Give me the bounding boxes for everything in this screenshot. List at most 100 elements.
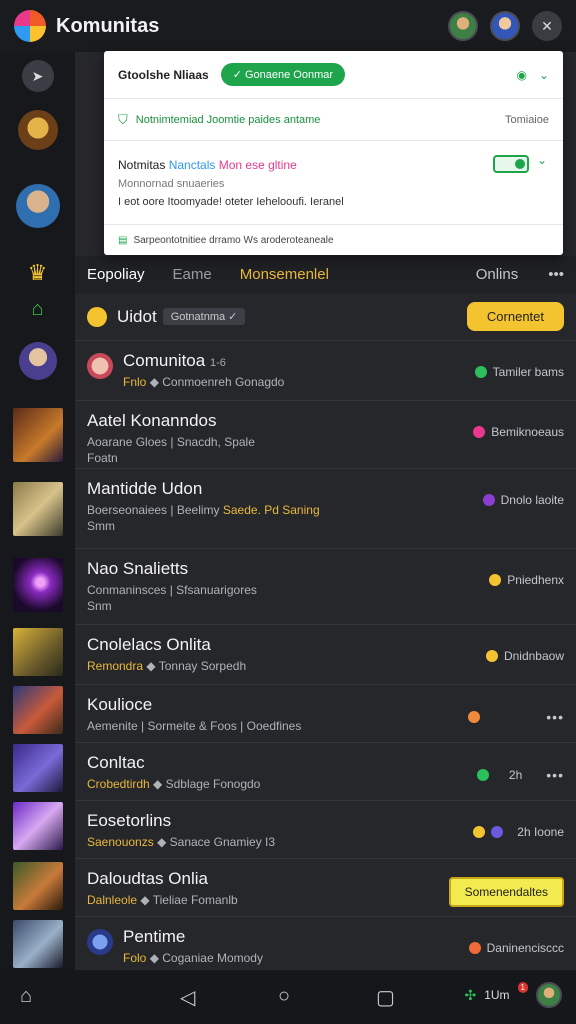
rail-server-3[interactable] [0,342,75,380]
list-item[interactable]: Comunitoa 1-6 Fnlo ◆ Conmoenreh Gonagdo … [75,341,576,401]
row-actions: Somenendaltes [448,869,564,907]
bottom-navigation: ⌂ ◁ ○ ▢ ✣ 1Um 1 [0,970,576,1024]
rail-server-1[interactable] [0,110,75,150]
game-thumbnail [12,558,63,612]
rail-game-4[interactable] [0,628,75,676]
back-icon[interactable]: ◁ [180,985,195,1010]
recommend-button[interactable]: Somenendaltes [448,877,564,907]
home-icon: ⌂ [31,298,44,320]
rail-home-button[interactable]: ➤ [0,60,75,92]
row-body: Daloudtas Onlia Dalnleole ◆ Tieliae Foma… [87,869,441,907]
notification-popover: Gtoolshe Nliaas ✓ Gonaene Oonmar ◉ ⌄ ⛉ N… [104,51,563,255]
rail-home-item[interactable]: ⌂ [0,298,75,321]
row-meta: Folo ◆ Coganiae Momody [123,951,263,965]
more-icon[interactable]: ••• [548,266,564,283]
notice-toggle[interactable] [493,155,529,173]
row-title: Nao Snalietts [87,559,189,578]
shield-icon: ⛉ [118,111,128,127]
status-pill[interactable]: ✓ Gonaene Oonmar [220,63,346,86]
app-header: Komunitas ✕ [0,0,576,52]
rail-game-1[interactable] [0,408,75,462]
row-body: Eosetorlins Saenouonzs ◆ Sanace Gnamiey … [87,811,465,849]
rail-game-7[interactable] [0,802,75,850]
rail-game-6[interactable] [0,744,75,792]
row-body: Pentime Folo ◆ Coganiae Momody [123,927,461,965]
recents-icon[interactable]: ▢ [376,985,395,1010]
rail-server-2[interactable] [0,184,75,228]
list-item[interactable]: Pentime Folo ◆ Coganiae Momody Daninenci… [75,917,576,970]
chevron-down-icon[interactable]: ⌄ [537,153,547,167]
user-label: 1Um [484,988,510,1002]
rail-game-5[interactable] [0,686,75,734]
game-thumbnail [12,686,63,734]
avatar [87,353,113,379]
app-logo [14,10,46,42]
tab-monsemenlel[interactable]: Monsemenlel [240,266,329,283]
row-status: Tamiler bams [474,351,564,379]
server-sidebar: ➤ ♛ ⌂ [0,52,75,970]
tab-eopoliay[interactable]: Eopoliay [87,266,145,283]
status-icon[interactable]: ◉ [516,68,526,82]
game-thumbnail [12,920,63,968]
list-item[interactable]: Aatel Konanndos Aoarane Gloes | Snacdh, … [75,401,576,469]
game-thumbnail [12,628,63,676]
tab-bar: Eopoliay Eame Monsemenlel Onlins ••• [75,256,576,293]
popover-item[interactable]: ⛉ Notnimtemiad Joomtie paides antame Tom… [104,99,563,141]
gamepad-icon: ✣ [464,986,477,1003]
more-icon[interactable]: ••• [546,709,564,725]
row-body: Koulioce Aemenite | Sormeite & Foos | Oo… [87,695,460,733]
rail-crown-item[interactable]: ♛ [0,260,75,286]
row-meta: Crobedtirdh ◆ Sdblage Fonogdo [87,777,261,791]
notice-title: Notmitas Nanctals Mon ese gltine [118,157,297,172]
tab-eame[interactable]: Eame [173,266,212,283]
row-status: 2h Ioone [473,811,564,839]
row-status: Daninencisccc [468,927,564,955]
list-item[interactable]: Conltac Crobedtirdh ◆ Sdblage Fonogdo 2h… [75,743,576,801]
row-meta: Saenouonzs ◆ Sanace Gnamiey I3 [87,835,276,849]
rail-game-9[interactable] [0,920,75,968]
list-item[interactable]: Nao Snalietts Conmaninsces | Sfsanuarigo… [75,549,576,625]
row-title: Cnolelacs Onlita [87,635,211,654]
rail-game-3[interactable] [0,558,75,612]
row-meta: Conmaninsces | Sfsanuarigores [87,583,257,597]
home-icon[interactable]: ⌂ [20,985,32,1008]
home-circle-icon[interactable]: ○ [278,985,290,1008]
list-item[interactable]: Eosetorlins Saenouonzs ◆ Sanace Gnamiey … [75,801,576,859]
list-item[interactable]: Koulioce Aemenite | Sormeite & Foos | Oo… [75,685,576,743]
row-meta: Fnlo ◆ Conmoenreh Gonagdo [123,375,285,389]
row-status: 2h ••• [476,753,564,783]
list-item[interactable]: Uidot Gotnatnma ✓ Cornentet [75,293,576,341]
row-body: Nao Snalietts Conmaninsces | Sfsanuarigo… [87,559,481,613]
row-status: Dnidnbaow [485,635,564,663]
comment-button[interactable]: Cornentet [466,302,564,331]
row-status: ••• [468,695,564,725]
list-item[interactable]: Cnolelacs Onlita Remondra ◆ Tonnay Sorpe… [75,625,576,685]
popover-controls: ◉ ⌄ [516,68,549,82]
user-avatar[interactable] [536,982,562,1008]
game-thumbnail [12,744,63,792]
row-body: Conltac Crobedtirdh ◆ Sdblage Fonogdo [87,753,469,791]
row-meta: Aoarane Gloes | Snacdh, Spale [87,435,255,449]
popover-footer-text: Sarpeontotnitiee drramo Ws aroderoteanea… [133,234,334,246]
rail-game-8[interactable] [0,862,75,910]
row-body: Comunitoa 1-6 Fnlo ◆ Conmoenreh Gonagdo [123,351,467,389]
nav-user[interactable]: ✣ 1Um 1 [464,981,562,1008]
list-icon: ▤ [118,234,128,246]
more-icon[interactable]: ••• [546,767,564,783]
server-avatar [17,110,58,150]
list-item[interactable]: Mantidde Udon Boerseonaiees | Beelimy Sa… [75,469,576,549]
row-meta: Remondra ◆ Tonnay Sorpedh [87,659,247,673]
user-avatar[interactable] [448,11,478,41]
close-icon[interactable]: ✕ [532,11,562,41]
list-item[interactable]: Daloudtas Onlia Dalnleole ◆ Tieliae Foma… [75,859,576,917]
rail-game-2[interactable] [0,482,75,536]
popover-footer: ▤ Sarpeontotnitiee drramo Ws aroderotean… [104,225,563,255]
notification-badge: 1 [517,981,528,993]
game-thumbnail [12,862,63,910]
row-meta: Boerseonaiees | Beelimy Saede. Pd Saning [87,503,320,517]
row-meta-secondary: Smm [87,519,115,533]
header-actions: ✕ [448,11,562,41]
online-tab[interactable]: Onlins [476,266,519,283]
chevron-down-icon[interactable]: ⌄ [539,68,549,82]
profile-avatar[interactable] [490,11,520,41]
